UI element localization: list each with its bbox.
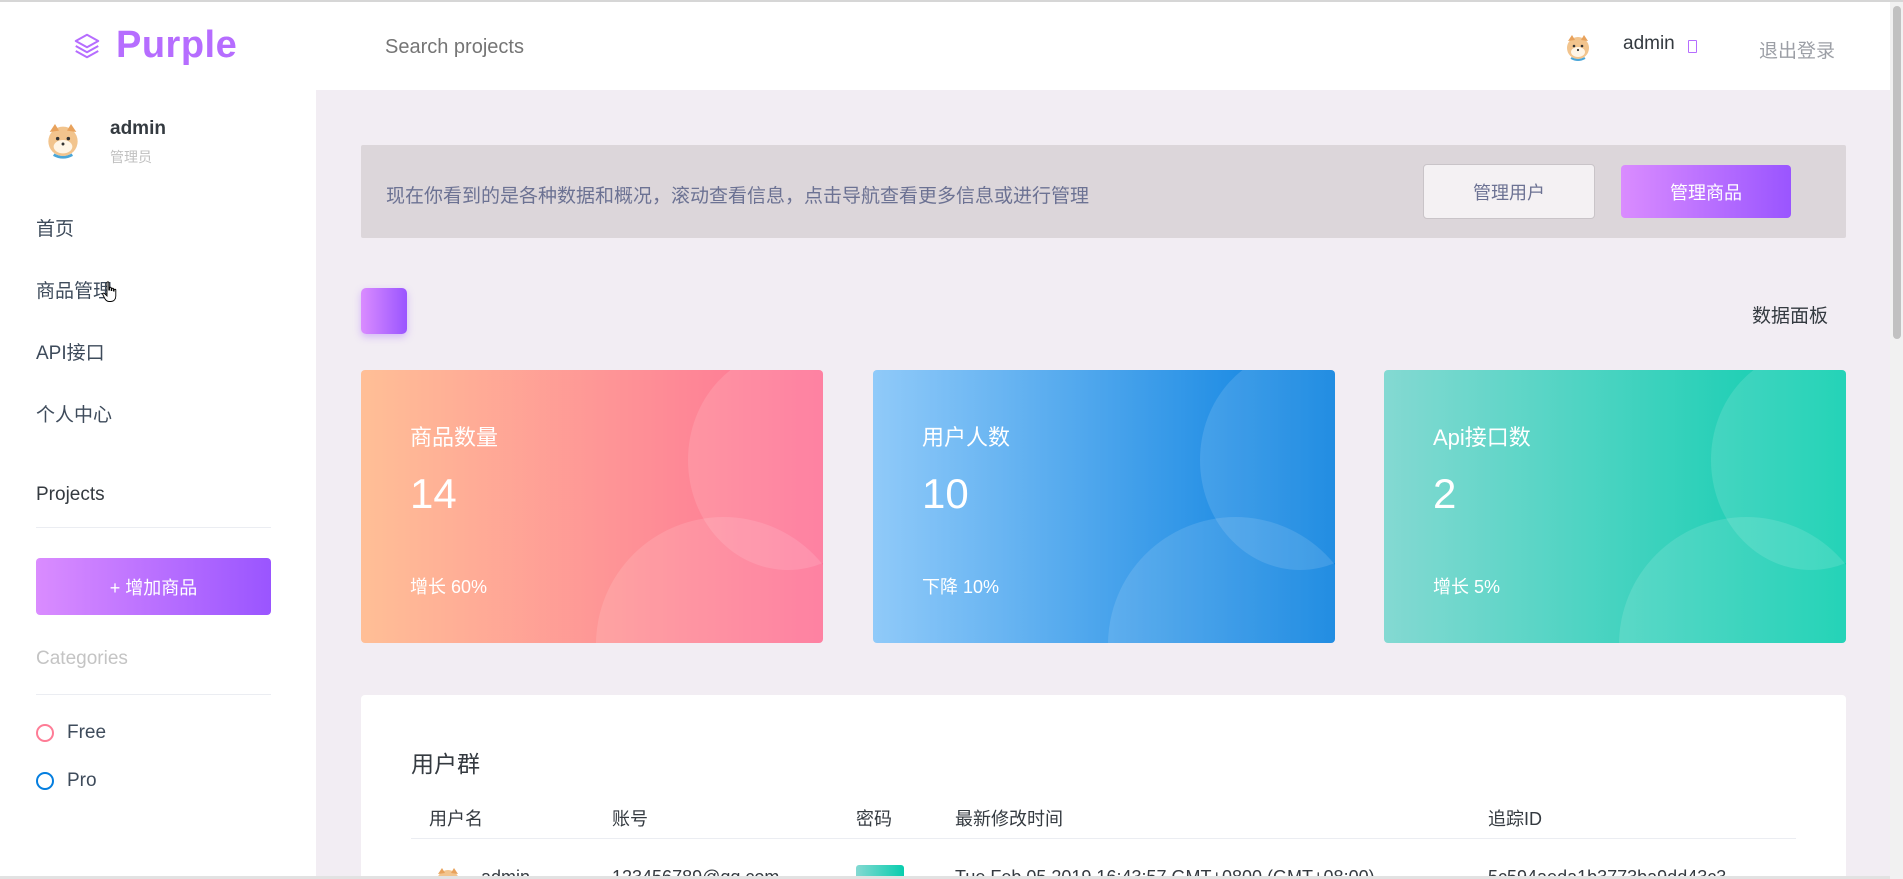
user-avatar[interactable]	[1563, 32, 1593, 62]
stat-value: 2	[1433, 470, 1457, 517]
profile-role: 管理员	[110, 149, 152, 165]
manage-users-button[interactable]: 管理用户	[1423, 164, 1595, 219]
brand-logo[interactable]: Purple	[72, 24, 237, 67]
circle-icon	[36, 772, 54, 790]
stat-title: Api接口数	[1433, 425, 1531, 450]
column-header: 用户名	[429, 809, 483, 829]
top-navbar: Purple admin 退出登录	[0, 2, 1890, 90]
stat-note: 下降 10%	[922, 577, 1000, 597]
profile-name: admin	[110, 118, 166, 139]
projects-divider	[36, 527, 271, 528]
stat-title: 商品数量	[410, 425, 499, 450]
sidebar: admin 管理员 首页 商品管理 API接口 个人中心 Projects + …	[0, 90, 316, 879]
decor-circle	[1108, 517, 1335, 643]
sidebar-item-home[interactable]: 首页	[36, 214, 74, 241]
category-free[interactable]: Free	[36, 722, 106, 744]
stat-card-api: Api接口数 2 增长 5%	[1384, 370, 1846, 643]
banner-text: 现在你看到的是各种数据和概况，滚动查看信息，点击导航查看更多信息或进行管理	[386, 186, 1090, 207]
table-header-divider	[411, 838, 1796, 839]
sidebar-item-api[interactable]: API接口	[36, 338, 105, 365]
dropdown-caret-icon[interactable]	[1688, 40, 1697, 53]
stat-title: 用户人数	[922, 425, 1011, 450]
category-pro[interactable]: Pro	[36, 770, 97, 792]
manage-goods-button[interactable]: 管理商品	[1621, 165, 1791, 218]
users-table-title: 用户群	[411, 751, 480, 777]
circle-icon	[36, 724, 54, 742]
stat-value: 14	[410, 470, 457, 517]
profile-avatar[interactable]	[43, 120, 83, 160]
column-header: 账号	[612, 809, 648, 829]
layers-icon	[74, 33, 100, 58]
categories-divider	[36, 694, 271, 695]
main-content: 现在你看到的是各种数据和概况，滚动查看信息，点击导航查看更多信息或进行管理 管理…	[316, 90, 1890, 879]
decor-circle	[596, 517, 823, 643]
category-label: Pro	[67, 770, 97, 791]
stat-card-users: 用户人数 10 下降 10%	[873, 370, 1335, 643]
sidebar-item-profile[interactable]: 个人中心	[36, 400, 112, 427]
nav-user-name[interactable]: admin	[1623, 33, 1675, 55]
sidebar-item-goods-management[interactable]: 商品管理	[36, 276, 112, 303]
stat-value: 10	[922, 470, 969, 517]
categories-heading: Categories	[36, 648, 128, 669]
stat-note: 增长 5%	[1433, 577, 1501, 597]
logout-link[interactable]: 退出登录	[1759, 36, 1835, 63]
hand-pointer-icon	[102, 281, 117, 302]
info-banner: 现在你看到的是各种数据和概况，滚动查看信息，点击导航查看更多信息或进行管理 管理…	[361, 145, 1846, 238]
column-header: 追踪ID	[1488, 809, 1542, 829]
add-goods-button[interactable]: + 增加商品	[36, 558, 271, 615]
category-label: Free	[67, 722, 107, 743]
decor-circle	[1619, 517, 1846, 643]
scrollbar-thumb[interactable]	[1893, 6, 1901, 339]
dashboard-icon	[361, 288, 407, 334]
column-header: 密码	[856, 809, 892, 829]
column-header: 最新修改时间	[955, 809, 1063, 829]
page-title: 数据面板	[1752, 306, 1829, 327]
stat-note: 增长 60%	[410, 577, 488, 597]
stat-card-goods: 商品数量 14 增长 60%	[361, 370, 823, 643]
vertical-scrollbar[interactable]	[1890, 2, 1903, 879]
projects-heading: Projects	[36, 484, 105, 505]
search-input[interactable]	[385, 36, 685, 59]
users-table-card: 用户群 用户名 账号 密码 最新修改时间 追踪ID admin 12345678…	[361, 695, 1846, 879]
brand-name: Purple	[116, 24, 238, 66]
